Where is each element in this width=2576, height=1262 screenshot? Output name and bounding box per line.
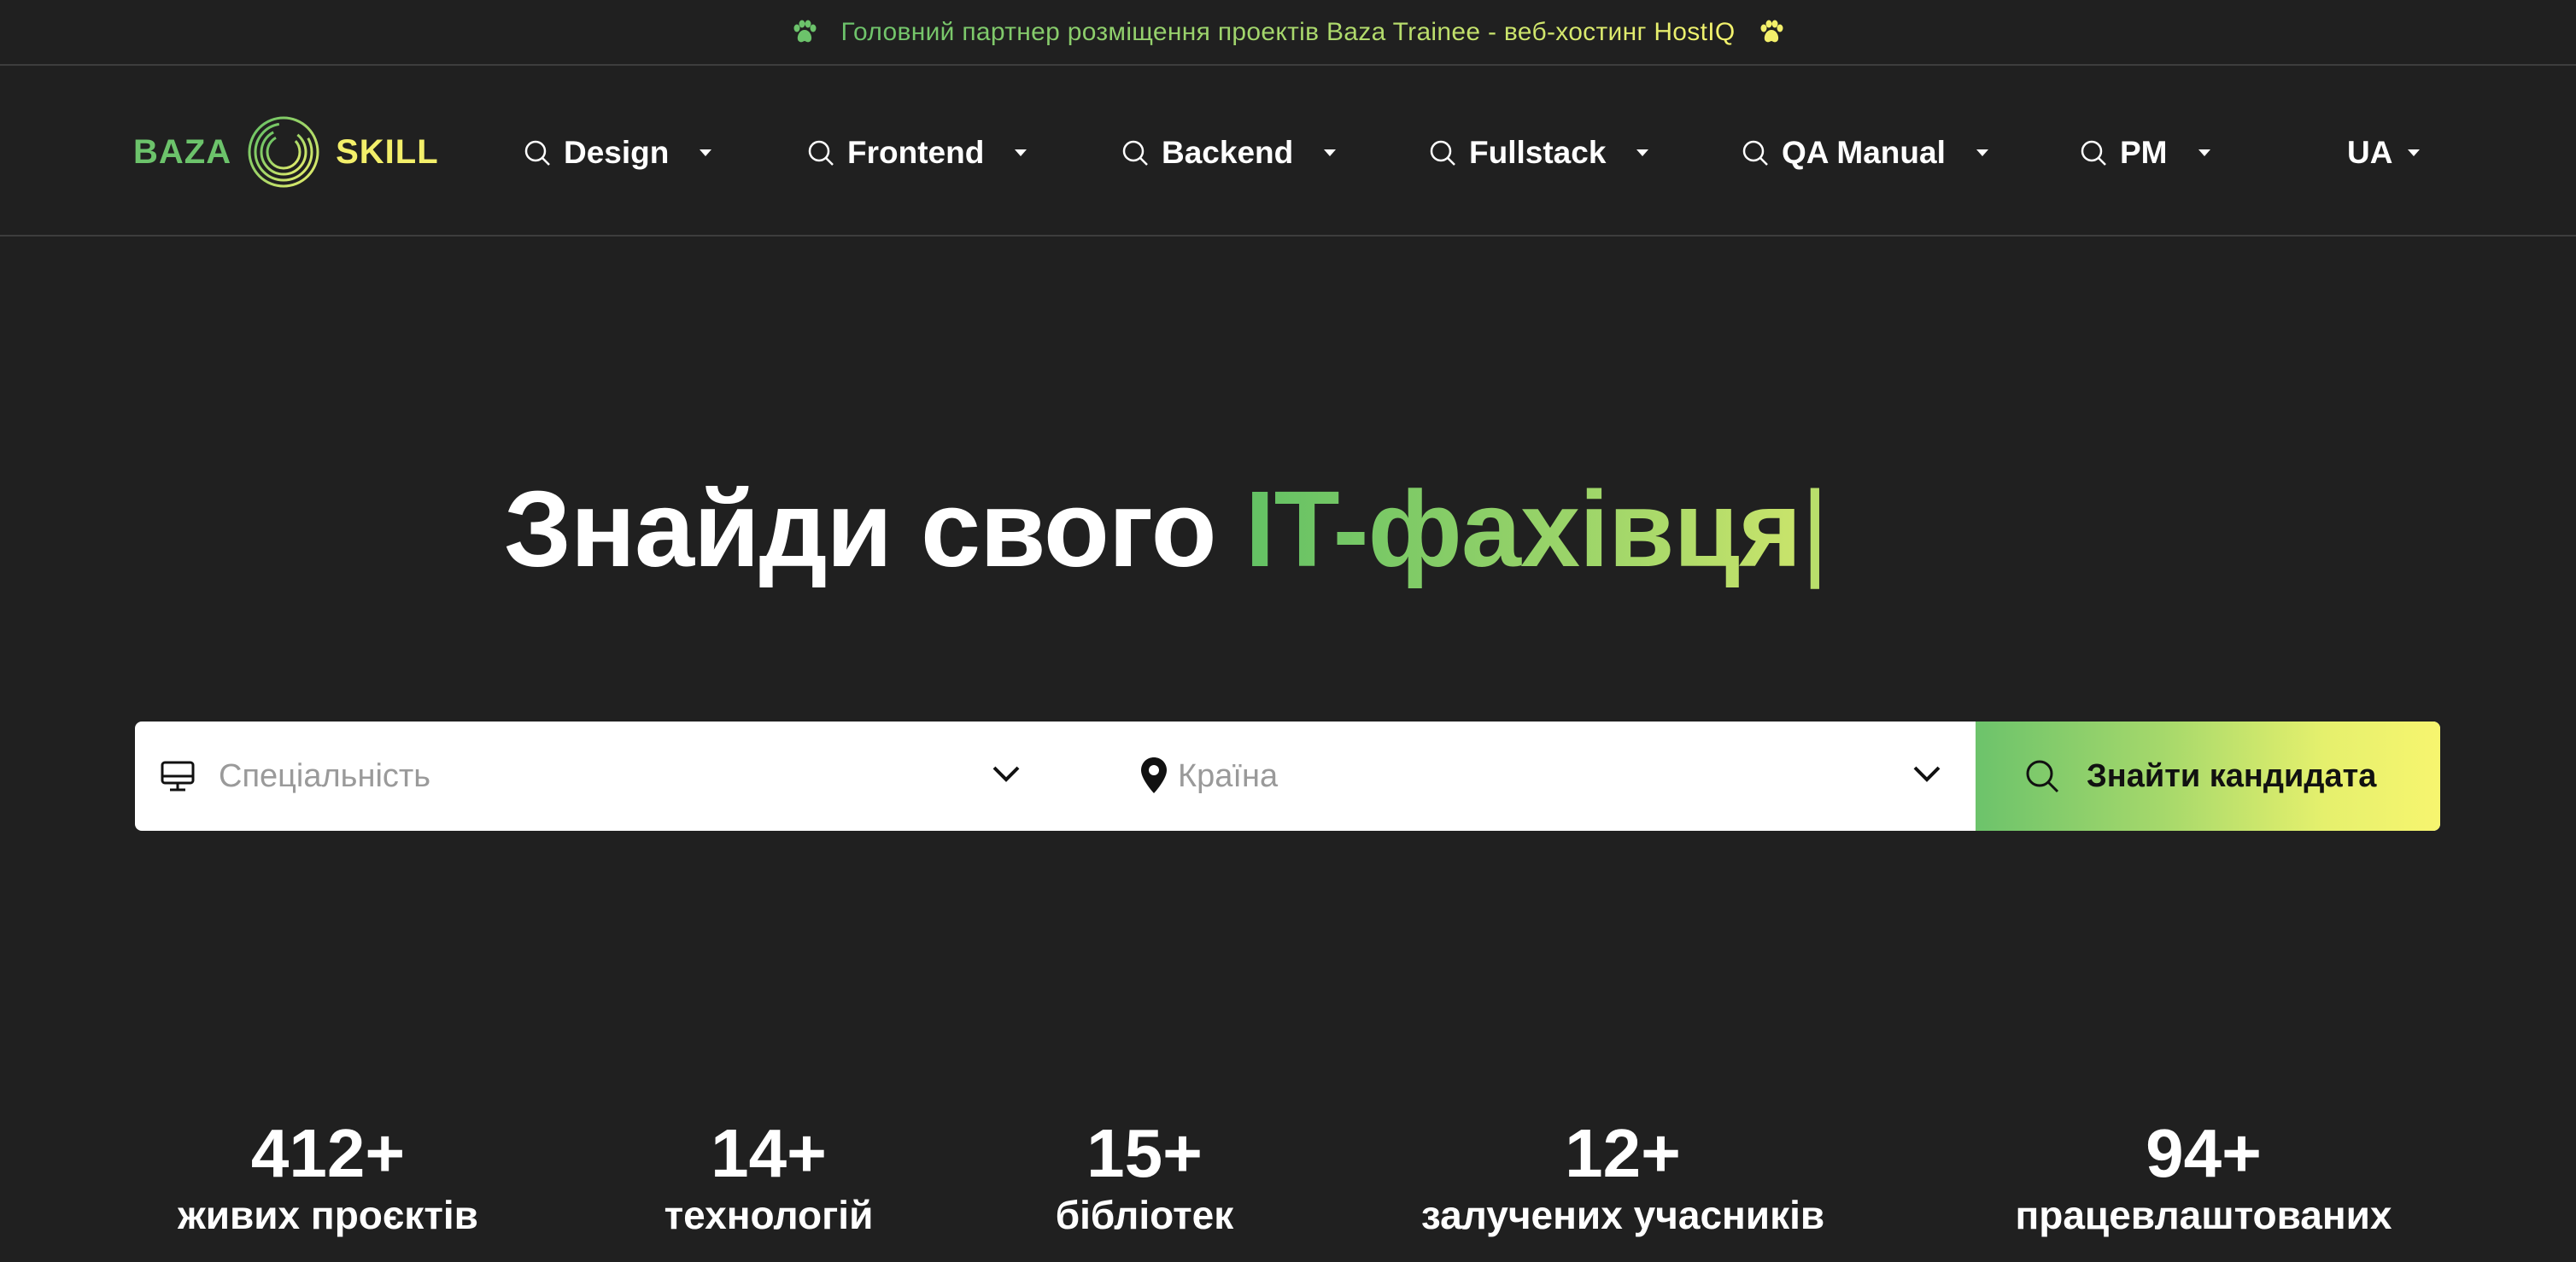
nav-item-label: Fullstack xyxy=(1469,135,1607,170)
language-label: UA xyxy=(2347,135,2393,170)
monitor-icon xyxy=(161,761,195,792)
stat-value: 12+ xyxy=(1565,1115,1681,1191)
search-icon xyxy=(808,140,834,166)
language-selector[interactable]: UA xyxy=(2347,129,2421,177)
stat-label: залучених учасників xyxy=(1420,1193,1825,1237)
country-placeholder: Країна xyxy=(1178,757,1279,794)
hero-text: Знайди свого xyxy=(504,469,1245,589)
stat-participants: 12+ залучених учасників xyxy=(1392,1115,1853,1238)
search-icon xyxy=(2081,140,2106,166)
find-candidate-button[interactable]: Знайти кандидата xyxy=(1976,722,2440,831)
nav-item-design[interactable]: Design xyxy=(523,129,713,177)
announcement-text: Головний партнер розміщення проектів Baz… xyxy=(840,17,1736,46)
stat-label: живих проєктів xyxy=(178,1193,478,1237)
nav-item-qa-manual[interactable]: QA Manual xyxy=(1741,129,1990,177)
hero-accent-text: IT-фахівця xyxy=(1244,469,1802,589)
stat-value: 94+ xyxy=(2146,1115,2262,1191)
stat-label: бібліотек xyxy=(1055,1193,1234,1237)
caret-down-icon xyxy=(2198,149,2210,156)
nav-item-frontend[interactable]: Frontend xyxy=(806,129,1028,177)
stat-label: працевлаштованих xyxy=(2015,1193,2392,1237)
typing-cursor: | xyxy=(1800,469,1829,589)
nav-item-label: PM xyxy=(2120,135,2168,170)
announcement-bar: Головний партнер розміщення проектів Baz… xyxy=(0,0,2576,66)
search-icon xyxy=(2026,760,2059,793)
search-icon xyxy=(1122,140,1148,166)
logo-word-baza: BAZA xyxy=(133,132,232,171)
site-logo[interactable]: BAZA SKILL xyxy=(133,114,439,190)
caret-down-icon xyxy=(2408,149,2421,156)
stat-value: 15+ xyxy=(1086,1115,1203,1191)
paw-icon xyxy=(1760,20,1783,42)
search-icon xyxy=(1742,140,1768,166)
caret-down-icon xyxy=(1015,149,1027,156)
caret-down-icon xyxy=(1324,149,1337,156)
nav-item-pm[interactable]: PM xyxy=(2079,129,2212,177)
search-icon xyxy=(1430,140,1455,166)
nav-item-backend[interactable]: Backend xyxy=(1121,129,1338,177)
location-pin-icon xyxy=(1141,757,1167,793)
stat-value: 14+ xyxy=(711,1115,827,1191)
logo-ring-icon xyxy=(248,116,319,188)
stat-technologies: 14+ технологій xyxy=(632,1115,905,1238)
paw-icon xyxy=(793,20,816,42)
stat-employed: 94+ працевлаштованих xyxy=(1990,1115,2417,1238)
logo-word-skill: SKILL xyxy=(336,132,439,171)
country-select[interactable]: Країна xyxy=(1055,722,1976,831)
nav-item-label: QA Manual xyxy=(1782,135,1946,170)
specialty-placeholder: Спеціальність xyxy=(219,757,431,794)
stat-value: 412+ xyxy=(250,1115,406,1191)
search-icon xyxy=(524,140,550,166)
nav-item-fullstack[interactable]: Fullstack xyxy=(1428,129,1650,177)
caret-down-icon xyxy=(1976,149,1988,156)
candidate-search-bar: Спеціальність Країна Знайти кандидата xyxy=(135,722,2440,831)
chevron-down-icon xyxy=(1913,766,1941,782)
caret-down-icon xyxy=(1636,149,1649,156)
stat-libraries: 15+ бібліотек xyxy=(1025,1115,1264,1238)
specialty-select[interactable]: Спеціальність xyxy=(135,722,1055,831)
nav-item-label: Backend xyxy=(1162,135,1294,170)
nav-item-label: Frontend xyxy=(847,135,985,170)
site-header: BAZA SKILL Design Frontend Backend Fulls… xyxy=(0,67,2576,237)
chevron-down-icon xyxy=(992,766,1020,782)
stat-label: технологій xyxy=(664,1193,874,1237)
hero-heading: Знайди свого IT-фахівця| xyxy=(0,465,2576,593)
caret-down-icon xyxy=(700,149,712,156)
nav-item-label: Design xyxy=(564,135,670,170)
find-candidate-label: Знайти кандидата xyxy=(2087,757,2377,794)
stat-live-projects: 412+ живих проєктів xyxy=(157,1115,499,1238)
